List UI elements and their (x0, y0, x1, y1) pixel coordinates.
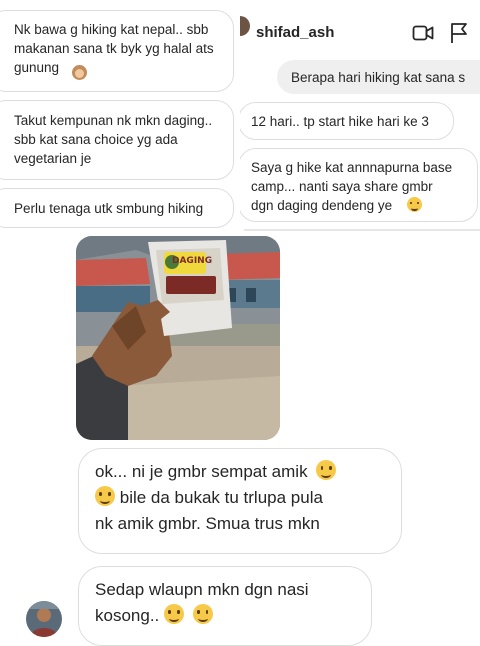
message-bubble[interactable]: Saya g hike kat annnapurna base camp... … (240, 148, 478, 222)
see-no-evil-monkey-emoji (72, 65, 87, 80)
message-text: Berapa hari hiking kat sana s (291, 70, 466, 85)
message-bubble[interactable]: 12 hari.. tp start hike hari ke 3 (240, 102, 454, 140)
avatar[interactable] (26, 601, 62, 637)
message-bubble[interactable]: Sedap wlaupn mkn dgn nasi kosong.. (78, 566, 372, 646)
chat-header: shifad_ash (240, 0, 480, 60)
message-bubble[interactable]: ok... ni je gmbr sempat amik bile da buk… (78, 448, 402, 554)
grinning-squinting-face-emoji (316, 460, 337, 480)
message-bubble[interactable]: Perlu tenaga utk smbung hiking (0, 188, 234, 228)
message-text: Takut kempunan nk mkn daging.. sbb kat s… (14, 113, 213, 166)
message-line: bile da bukak tu trlupa pula (95, 485, 401, 511)
flag-icon[interactable] (450, 22, 468, 49)
message-line: ok... ni je gmbr sempat amik (95, 459, 401, 485)
grinning-squinting-face-emoji (407, 197, 422, 212)
message-line: Sedap wlaupn mkn dgn nasi (95, 580, 309, 599)
left-chat-screenshot: Nk bawa g hiking kat nepal.. sbb makanan… (0, 0, 240, 232)
divider (244, 229, 480, 231)
package-label: DAGING (172, 256, 213, 266)
grinning-squinting-face-emoji (95, 486, 115, 506)
message-bubble[interactable]: Nk bawa g hiking kat nepal.. sbb makanan… (0, 10, 234, 92)
message-text: Perlu tenaga utk smbung hiking (14, 201, 204, 216)
message-line: kosong.. (95, 603, 371, 629)
chat-username[interactable]: shifad_ash (256, 24, 334, 41)
smiling-face-emoji (164, 604, 184, 624)
message-bubble[interactable]: Takut kempunan nk mkn daging.. sbb kat s… (0, 100, 234, 180)
avatar[interactable] (240, 16, 250, 36)
photo-hand-holding-meat-package (76, 236, 280, 440)
message-text: Saya g hike kat annnapurna base camp... … (251, 160, 453, 213)
message-line: nk amik gmbr. Smua trus mkn (95, 514, 320, 533)
outgoing-message-bubble[interactable]: Berapa hari hiking kat sana s (277, 60, 480, 94)
right-chat-screenshot: shifad_ash Berapa hari hiking kat sana s… (240, 0, 480, 232)
video-call-icon[interactable] (412, 24, 434, 47)
message-text: Nk bawa g hiking kat nepal.. sbb makanan… (14, 22, 214, 75)
smiling-face-emoji (192, 604, 213, 624)
message-text: 12 hari.. tp start hike hari ke 3 (251, 114, 429, 129)
shared-photo[interactable]: DAGING (76, 236, 280, 440)
